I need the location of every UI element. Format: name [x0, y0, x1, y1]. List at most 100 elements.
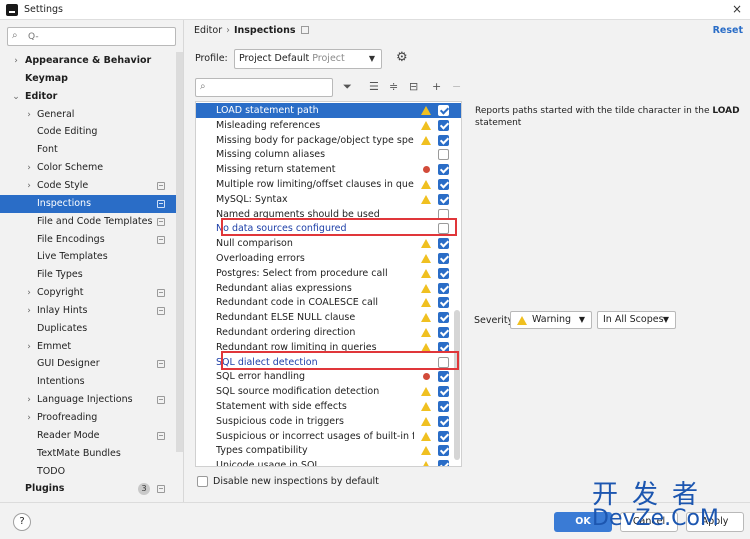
- sidebar-scrollbar[interactable]: [176, 52, 183, 452]
- inspection-checkbox[interactable]: [438, 238, 449, 250]
- inspection-checkbox[interactable]: [438, 445, 449, 457]
- chevron-right-icon[interactable]: ›: [25, 338, 33, 356]
- inspection-checkbox[interactable]: [438, 430, 449, 442]
- chevron-right-icon[interactable]: ›: [25, 302, 33, 320]
- sidebar-item[interactable]: Duplicates: [0, 320, 176, 338]
- sidebar-item[interactable]: Code Editing: [0, 123, 176, 141]
- sidebar-item[interactable]: › Emmet: [0, 338, 176, 356]
- sidebar-item[interactable]: File Types: [0, 266, 176, 284]
- reset-group-icon[interactable]: ⊟: [409, 80, 418, 93]
- filter-icon[interactable]: ⏷: [343, 80, 352, 94]
- add-icon[interactable]: +: [432, 80, 441, 93]
- chevron-down-icon[interactable]: ⌄: [12, 88, 20, 106]
- inspection-row[interactable]: Redundant ELSE NULL clause: [196, 310, 461, 325]
- sidebar-item[interactable]: › Language Injections: [0, 391, 176, 409]
- help-button[interactable]: ?: [13, 513, 31, 531]
- sidebar-item[interactable]: ⌄ Editor: [0, 88, 176, 106]
- inspection-search[interactable]: ⌕: [195, 78, 333, 97]
- inspection-checkbox[interactable]: [438, 327, 449, 338]
- inspection-checkbox[interactable]: [438, 297, 449, 309]
- sidebar-item[interactable]: Inspections: [0, 194, 176, 213]
- inspection-row[interactable]: Redundant alias expressions: [196, 281, 461, 296]
- inspection-checkbox[interactable]: [438, 282, 449, 294]
- inspection-row[interactable]: SQL source modification detection: [196, 384, 461, 399]
- chevron-right-icon[interactable]: ›: [25, 159, 33, 177]
- inspection-checkbox[interactable]: [438, 415, 449, 427]
- inspection-row[interactable]: Redundant ordering direction: [196, 325, 461, 340]
- sidebar-item[interactable]: › Proofreading: [0, 409, 176, 427]
- inspection-checkbox[interactable]: [438, 312, 449, 324]
- sidebar-item[interactable]: File and Code Templates: [0, 213, 176, 231]
- expand-all-icon[interactable]: ☰: [369, 80, 379, 93]
- inspection-row[interactable]: Overloading errors: [196, 251, 461, 266]
- inspection-row[interactable]: Multiple row limiting/offset clauses in …: [196, 177, 461, 192]
- sidebar-item[interactable]: › Copyright: [0, 284, 176, 302]
- close-icon[interactable]: ×: [732, 2, 742, 16]
- inspection-row[interactable]: Misleading references: [196, 118, 461, 133]
- list-scrollbar[interactable]: [454, 310, 460, 460]
- sidebar-item[interactable]: › Color Scheme: [0, 159, 176, 177]
- sidebar-item[interactable]: › General: [0, 106, 176, 124]
- chevron-down-icon: ▼: [662, 315, 669, 324]
- settings-search-input[interactable]: [26, 30, 171, 43]
- inspection-row[interactable]: Statement with side effects: [196, 399, 461, 414]
- sidebar-item[interactable]: TextMate Bundles: [0, 445, 176, 463]
- inspection-row[interactable]: MySQL: Syntax: [196, 192, 461, 207]
- inspection-checkbox[interactable]: [438, 179, 449, 190]
- gear-icon[interactable]: ⚙: [396, 50, 408, 65]
- sidebar-item[interactable]: Live Templates: [0, 248, 176, 266]
- severity-dropdown[interactable]: Warning ▼: [510, 311, 592, 329]
- breadcrumb-editor[interactable]: Editor: [194, 25, 222, 36]
- collapse-all-icon[interactable]: ≑: [389, 80, 398, 93]
- inspection-checkbox[interactable]: [438, 105, 449, 116]
- inspection-row[interactable]: SQL error handling: [196, 369, 461, 384]
- inspection-checkbox[interactable]: [438, 371, 449, 383]
- sidebar-item[interactable]: Keymap: [0, 70, 176, 88]
- chevron-right-icon[interactable]: ›: [12, 52, 20, 70]
- scope-dropdown[interactable]: In All Scopes ▼: [597, 311, 676, 329]
- reset-link[interactable]: Reset: [713, 25, 743, 36]
- chevron-right-icon[interactable]: ›: [25, 106, 33, 124]
- inspection-checkbox[interactable]: [438, 401, 449, 412]
- inspection-checkbox[interactable]: [438, 164, 449, 176]
- inspection-list[interactable]: LOAD statement path Misleading references…: [195, 101, 462, 467]
- inspection-checkbox[interactable]: [438, 119, 449, 131]
- inspection-checkbox[interactable]: [438, 134, 449, 146]
- inspection-row[interactable]: Missing body for package/object type spe…: [196, 133, 461, 148]
- chevron-right-icon[interactable]: ›: [25, 391, 33, 409]
- inspection-checkbox[interactable]: [438, 193, 449, 205]
- inspection-row[interactable]: Suspicious code in triggers: [196, 414, 461, 429]
- inspection-row[interactable]: Missing return statement: [196, 162, 461, 177]
- chevron-right-icon[interactable]: ›: [25, 177, 33, 195]
- chevron-right-icon[interactable]: ›: [25, 284, 33, 302]
- sidebar-item[interactable]: Font: [0, 141, 176, 159]
- inspection-row[interactable]: Missing column aliases: [196, 147, 461, 162]
- sidebar-item[interactable]: File Encodings: [0, 231, 176, 249]
- sidebar-item[interactable]: › Code Style: [0, 177, 176, 195]
- inspection-checkbox[interactable]: [438, 460, 449, 466]
- remove-icon[interactable]: −: [452, 80, 461, 93]
- sidebar-item[interactable]: TODO: [0, 463, 176, 481]
- inspection-row[interactable]: Postgres: Select from procedure call: [196, 266, 461, 281]
- sidebar-item[interactable]: GUI Designer: [0, 355, 176, 373]
- sidebar-item[interactable]: › Appearance & Behavior: [0, 52, 176, 70]
- inspection-row[interactable]: Suspicious or incorrect usages of built-…: [196, 429, 461, 444]
- sidebar-item[interactable]: Reader Mode: [0, 427, 176, 445]
- sidebar-item[interactable]: › Inlay Hints: [0, 302, 176, 320]
- inspection-checkbox[interactable]: [438, 253, 449, 264]
- inspection-row[interactable]: Redundant code in COALESCE call: [196, 295, 461, 310]
- disable-new-checkbox[interactable]: [197, 476, 208, 487]
- inspection-row[interactable]: Null comparison: [196, 236, 461, 251]
- inspection-checkbox[interactable]: [438, 149, 449, 161]
- sidebar-item-label: Keymap: [25, 72, 68, 84]
- profile-dropdown[interactable]: Project Default Project ▼: [234, 49, 382, 69]
- inspection-checkbox[interactable]: [438, 267, 449, 279]
- inspection-row[interactable]: Types compatibility: [196, 443, 461, 458]
- settings-search[interactable]: ⌕: [7, 27, 176, 46]
- inspection-row[interactable]: LOAD statement path: [196, 103, 461, 118]
- inspection-row[interactable]: Unicode usage in SQL: [196, 458, 461, 466]
- sidebar-item[interactable]: Plugins 3: [0, 480, 176, 498]
- chevron-right-icon[interactable]: ›: [25, 409, 33, 427]
- sidebar-item[interactable]: Intentions: [0, 373, 176, 391]
- inspection-checkbox[interactable]: [438, 386, 449, 398]
